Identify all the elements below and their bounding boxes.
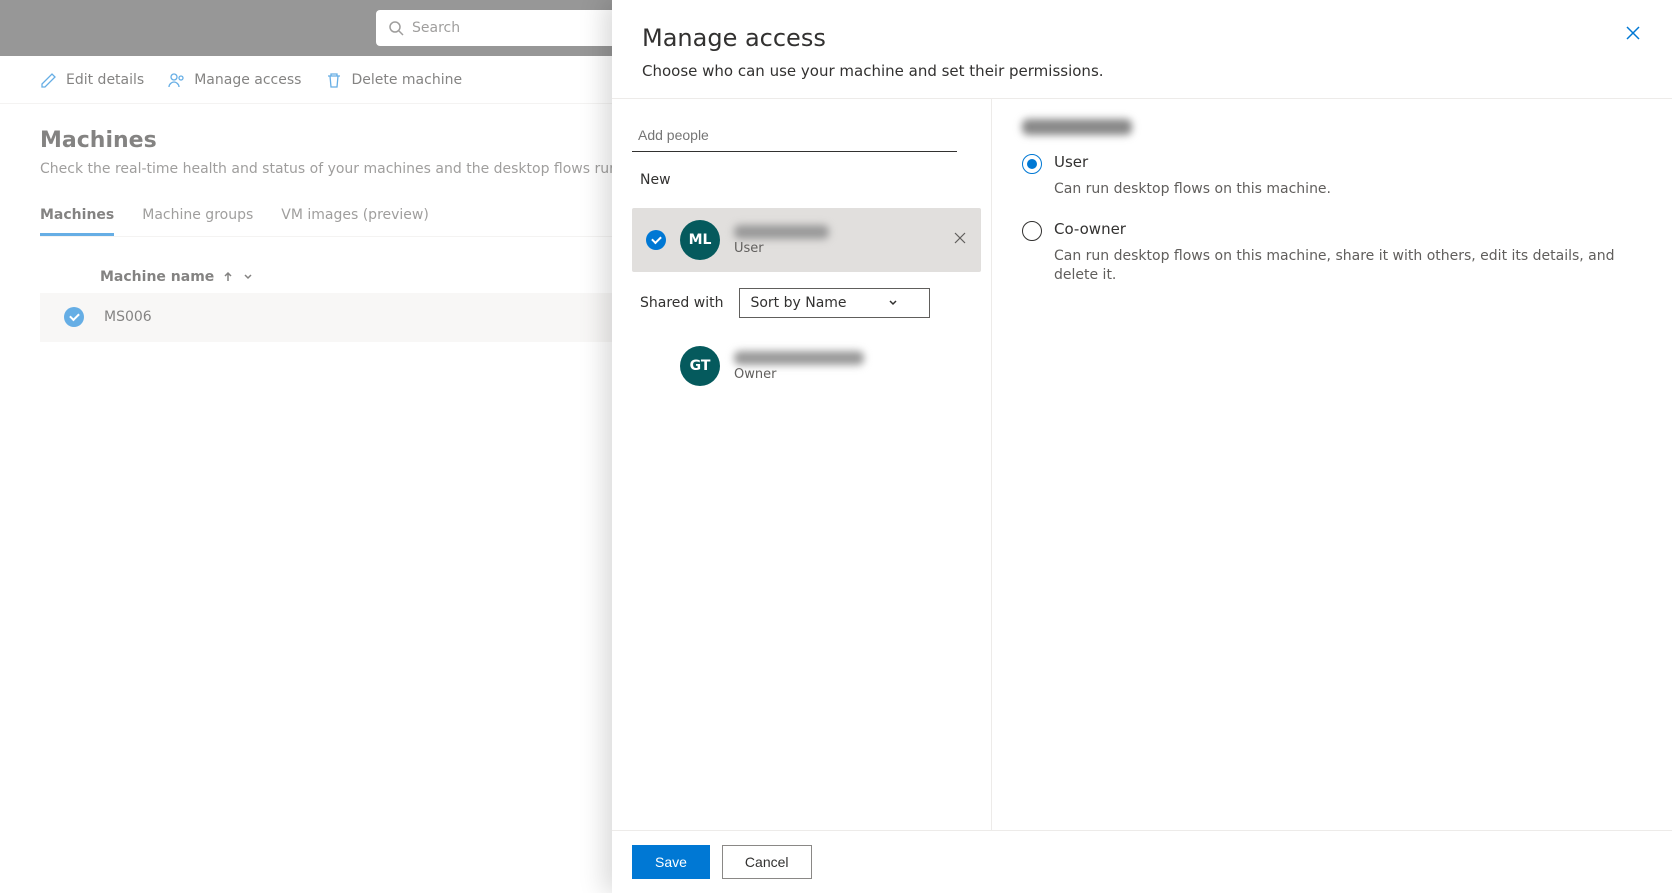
panel-subtitle: Choose who can use your machine and set … [642, 62, 1642, 80]
close-icon [1624, 24, 1642, 42]
sort-select-label: Sort by Name [750, 295, 846, 311]
panel-header: Manage access Choose who can use your ma… [612, 0, 1672, 99]
panel-right-column: User Can run desktop flows on this machi… [992, 99, 1672, 830]
person-name-redacted [734, 225, 829, 239]
radio-coowner[interactable] [1022, 221, 1042, 241]
sort-up-icon [222, 271, 234, 283]
close-icon [953, 231, 967, 245]
person-role: Owner [734, 367, 864, 382]
radio-coowner-description: Can run desktop flows on this machine, s… [1054, 247, 1642, 286]
radio-user-description: Can run desktop flows on this machine. [1054, 180, 1642, 200]
chevron-down-icon [887, 297, 899, 309]
remove-person-button[interactable] [953, 231, 967, 249]
tab-machines[interactable]: Machines [40, 197, 114, 236]
chevron-down-icon [242, 271, 254, 283]
person-meta: Owner [734, 351, 864, 382]
new-section-label: New [632, 168, 981, 192]
edit-details-label: Edit details [66, 72, 144, 88]
person-name-redacted [734, 351, 864, 365]
edit-details-button[interactable]: Edit details [40, 71, 144, 89]
manage-access-label: Manage access [194, 72, 301, 88]
save-button[interactable]: Save [632, 845, 710, 879]
radio-coowner-label: Co-owner [1054, 220, 1126, 238]
panel-body: New ML User Shared with Sort by Name [612, 99, 1672, 830]
cancel-button[interactable]: Cancel [722, 845, 812, 879]
search-placeholder: Search [412, 20, 460, 36]
avatar: ML [680, 220, 720, 260]
close-button[interactable] [1624, 24, 1642, 46]
delete-machine-label: Delete machine [351, 72, 462, 88]
tab-vm-images[interactable]: VM images (preview) [281, 197, 429, 236]
manage-access-panel: Manage access Choose who can use your ma… [612, 0, 1672, 893]
permission-user-row[interactable]: User [1022, 153, 1642, 174]
add-people-input[interactable] [632, 119, 957, 152]
machine-name-cell: MS006 [104, 309, 152, 325]
radio-user[interactable] [1022, 154, 1042, 174]
delete-machine-button[interactable]: Delete machine [325, 71, 462, 89]
panel-left-column: New ML User Shared with Sort by Name [612, 99, 992, 830]
shared-with-label: Shared with [640, 295, 723, 311]
tab-machine-groups[interactable]: Machine groups [142, 197, 253, 236]
shared-person-item[interactable]: GT Owner [632, 334, 981, 398]
manage-access-button[interactable]: Manage access [168, 71, 301, 89]
selected-person-name-redacted [1022, 119, 1132, 135]
person-role: User [734, 241, 829, 256]
people-icon [168, 71, 186, 89]
radio-user-label: User [1054, 153, 1088, 171]
person-meta: User [734, 225, 829, 256]
panel-footer: Save Cancel [612, 830, 1672, 893]
panel-title: Manage access [642, 24, 1642, 52]
avatar: GT [680, 346, 720, 386]
column-header-label: Machine name [100, 269, 214, 285]
row-checkbox[interactable] [64, 307, 84, 327]
search-icon [388, 20, 404, 36]
trash-icon [325, 71, 343, 89]
pencil-icon [40, 71, 58, 89]
person-check-icon[interactable] [646, 230, 666, 250]
permission-coowner-row[interactable]: Co-owner [1022, 220, 1642, 241]
sort-select[interactable]: Sort by Name [739, 288, 929, 318]
shared-with-row: Shared with Sort by Name [632, 288, 981, 318]
new-person-item[interactable]: ML User [632, 208, 981, 272]
